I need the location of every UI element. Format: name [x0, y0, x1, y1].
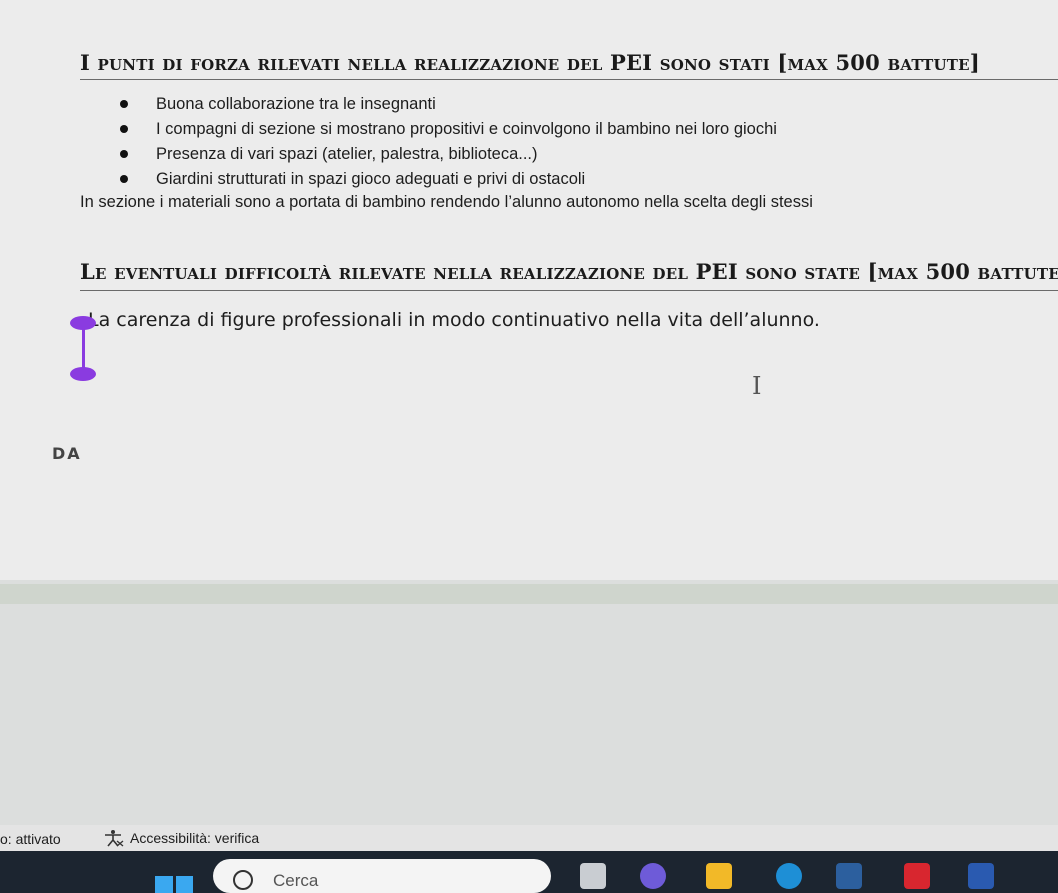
file-explorer-icon[interactable] [706, 863, 732, 889]
accessibility-status[interactable]: Accessibilità: verifica [102, 829, 259, 847]
accessibility-label: Accessibilità: verifica [130, 830, 260, 846]
widgets-icon[interactable] [640, 863, 666, 889]
heading-difficulties: Le eventuali difficoltà rilevate nella r… [80, 259, 1058, 284]
mcafee-icon[interactable] [904, 863, 930, 889]
text-cursor-icon: I [752, 372, 762, 400]
heading-strengths: I punti di forza rilevati nella realizza… [80, 50, 980, 75]
bullet-icon [120, 175, 128, 183]
selection-handle-bottom[interactable] [70, 367, 96, 381]
list-item[interactable]: Presenza di vari spazi (atelier, palestr… [120, 142, 777, 167]
list-item[interactable]: Buona collaborazione tra le insegnanti [120, 92, 777, 117]
search-icon [233, 870, 253, 890]
section-marker: DA [52, 444, 82, 463]
taskbar: Cerca [0, 851, 1058, 893]
strengths-list: Buona collaborazione tra le insegnanti I… [120, 92, 777, 192]
bullet-icon [120, 125, 128, 133]
edge-browser-icon[interactable] [776, 863, 802, 889]
strengths-paragraph[interactable]: In sezione i materiali sono a portata di… [80, 193, 813, 212]
taskbar-search[interactable]: Cerca [213, 859, 551, 893]
list-item-text: Giardini strutturati in spazi gioco adeg… [156, 170, 586, 188]
heading-rule [80, 79, 1058, 80]
search-placeholder: Cerca [273, 871, 319, 890]
page-divider [0, 584, 1058, 604]
windows-start-icon[interactable] [155, 876, 193, 893]
task-view-icon[interactable] [580, 863, 606, 889]
heading-rule [80, 290, 1058, 291]
document-lower-area[interactable] [0, 580, 1058, 830]
bullet-icon [120, 150, 128, 158]
list-item-text: I compagni di sezione si mostrano propos… [156, 120, 777, 138]
list-item[interactable]: Giardini strutturati in spazi gioco adeg… [120, 167, 777, 192]
status-bar: o: attivato Accessibilità: verifica [0, 825, 1058, 851]
store-icon[interactable] [836, 863, 862, 889]
accessibility-icon [105, 830, 124, 847]
bullet-icon [120, 100, 128, 108]
selection-caret [82, 326, 85, 372]
list-item-text: Presenza di vari spazi (atelier, palestr… [156, 145, 538, 163]
list-item-text: Buona collaborazione tra le insegnanti [156, 95, 436, 113]
word-icon[interactable] [968, 863, 994, 889]
status-text: o: attivato [0, 831, 61, 847]
list-item[interactable]: I compagni di sezione si mostrano propos… [120, 117, 777, 142]
difficulties-paragraph[interactable]: La carenza di figure professionali in mo… [88, 309, 820, 331]
